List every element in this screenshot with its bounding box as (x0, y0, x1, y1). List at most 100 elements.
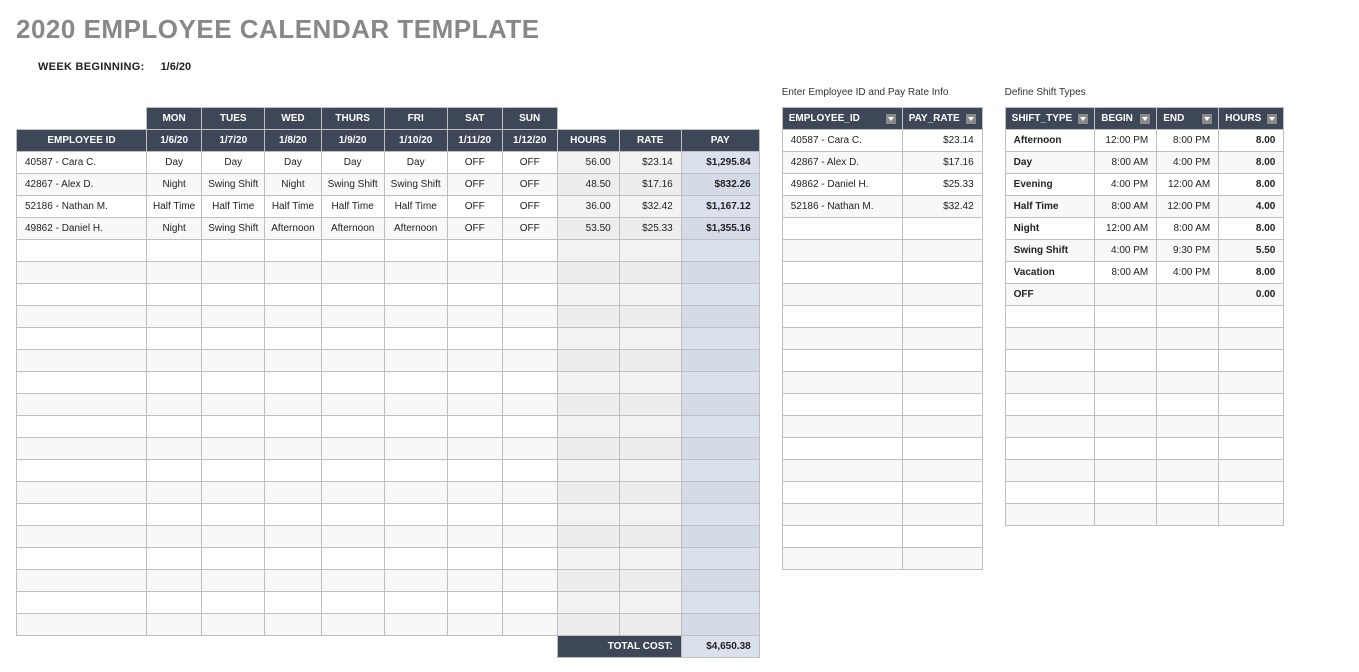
cell[interactable]: $1,295.84 (681, 152, 759, 174)
cell[interactable] (384, 394, 447, 416)
cell[interactable]: 56.00 (557, 152, 619, 174)
cell[interactable] (17, 504, 147, 526)
cell[interactable] (619, 504, 681, 526)
cell[interactable] (681, 504, 759, 526)
cell[interactable]: Vacation (1005, 262, 1095, 284)
cell[interactable] (1157, 394, 1219, 416)
cell[interactable]: 5.50 (1219, 240, 1284, 262)
cell[interactable]: Half Time (147, 196, 202, 218)
cell[interactable] (384, 548, 447, 570)
cell[interactable]: 8.00 (1219, 262, 1284, 284)
cell[interactable] (321, 240, 384, 262)
cell[interactable] (447, 482, 502, 504)
cell[interactable] (447, 570, 502, 592)
cell[interactable] (782, 350, 902, 372)
cell[interactable]: Half Time (384, 196, 447, 218)
cell[interactable] (1219, 350, 1284, 372)
cell[interactable] (384, 504, 447, 526)
cell[interactable] (17, 262, 147, 284)
filter-icon[interactable] (966, 114, 976, 124)
cell[interactable] (557, 262, 619, 284)
cell[interactable]: 4:00 PM (1095, 240, 1157, 262)
cell[interactable] (384, 240, 447, 262)
cell[interactable] (1219, 372, 1284, 394)
cell[interactable] (147, 350, 202, 372)
cell[interactable] (619, 306, 681, 328)
cell[interactable] (447, 240, 502, 262)
cell[interactable]: $1,355.16 (681, 218, 759, 240)
cell[interactable] (384, 570, 447, 592)
cell[interactable] (1219, 438, 1284, 460)
cell[interactable] (384, 416, 447, 438)
cell[interactable] (447, 416, 502, 438)
cell[interactable] (1005, 328, 1095, 350)
cell[interactable] (902, 262, 982, 284)
cell[interactable] (384, 460, 447, 482)
cell[interactable] (17, 460, 147, 482)
cell[interactable] (902, 416, 982, 438)
cell[interactable] (619, 416, 681, 438)
cell[interactable] (265, 482, 321, 504)
cell[interactable] (557, 350, 619, 372)
cell[interactable] (502, 284, 557, 306)
cell[interactable] (202, 438, 265, 460)
cell[interactable] (17, 394, 147, 416)
cell[interactable] (782, 526, 902, 548)
cell[interactable]: OFF (447, 218, 502, 240)
cell[interactable]: Swing Shift (202, 218, 265, 240)
cell[interactable] (902, 526, 982, 548)
cell[interactable]: Swing Shift (321, 174, 384, 196)
cell[interactable] (202, 328, 265, 350)
cell[interactable]: 48.50 (557, 174, 619, 196)
cell[interactable] (1157, 372, 1219, 394)
cell[interactable] (557, 526, 619, 548)
cell[interactable] (557, 504, 619, 526)
cell[interactable] (321, 306, 384, 328)
cell[interactable] (384, 306, 447, 328)
cell[interactable] (1157, 328, 1219, 350)
cell[interactable] (1219, 416, 1284, 438)
cell[interactable] (1219, 306, 1284, 328)
cell[interactable] (1219, 394, 1284, 416)
cell[interactable] (557, 372, 619, 394)
cell[interactable]: Day (1005, 152, 1095, 174)
cell[interactable] (502, 394, 557, 416)
cell[interactable] (502, 416, 557, 438)
cell[interactable] (17, 592, 147, 614)
cell[interactable] (557, 460, 619, 482)
col-header-employee-id[interactable]: EMPLOYEE_ID (782, 108, 902, 130)
cell[interactable] (265, 240, 321, 262)
cell[interactable] (321, 416, 384, 438)
cell[interactable]: Swing Shift (1005, 240, 1095, 262)
cell[interactable] (384, 592, 447, 614)
cell[interactable] (321, 372, 384, 394)
cell[interactable] (265, 306, 321, 328)
cell[interactable] (681, 372, 759, 394)
cell[interactable] (502, 482, 557, 504)
cell[interactable]: 49862 - Daniel H. (17, 218, 147, 240)
cell[interactable] (902, 218, 982, 240)
cell[interactable] (147, 592, 202, 614)
col-header-end[interactable]: END (1157, 108, 1219, 130)
cell[interactable] (202, 372, 265, 394)
cell[interactable] (782, 284, 902, 306)
cell[interactable] (1095, 372, 1157, 394)
cell[interactable]: 4:00 PM (1157, 152, 1219, 174)
cell[interactable] (902, 548, 982, 570)
cell[interactable] (384, 438, 447, 460)
filter-icon[interactable] (1078, 114, 1088, 124)
cell[interactable] (502, 372, 557, 394)
cell[interactable] (17, 284, 147, 306)
cell[interactable] (1095, 328, 1157, 350)
cell[interactable] (619, 526, 681, 548)
cell[interactable] (17, 548, 147, 570)
cell[interactable] (202, 240, 265, 262)
cell[interactable]: $25.33 (619, 218, 681, 240)
cell[interactable] (447, 614, 502, 636)
cell[interactable] (681, 482, 759, 504)
cell[interactable]: Day (147, 152, 202, 174)
cell[interactable]: $23.14 (619, 152, 681, 174)
cell[interactable]: Half Time (321, 196, 384, 218)
cell[interactable] (17, 570, 147, 592)
cell[interactable] (1219, 328, 1284, 350)
